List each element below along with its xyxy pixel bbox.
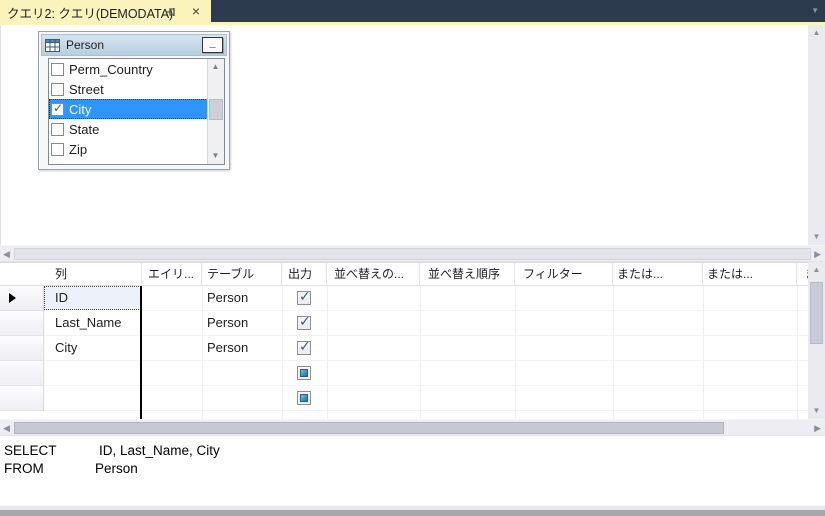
column-checkbox[interactable] bbox=[51, 63, 64, 76]
grid-header-or1[interactable]: または... bbox=[613, 263, 703, 286]
column-label: Perm_Country bbox=[69, 62, 153, 77]
table-column-item[interactable]: City bbox=[49, 99, 208, 119]
scrollbar-thumb[interactable] bbox=[810, 282, 823, 344]
grid-header-table[interactable]: テーブル bbox=[202, 263, 282, 286]
diagram-horizontal-scrollbar[interactable]: ◀ ▶ bbox=[0, 245, 825, 262]
scroll-up-icon[interactable]: ▲ bbox=[808, 264, 825, 276]
column-divider-line[interactable] bbox=[140, 286, 142, 419]
scroll-left-icon[interactable]: ◀ bbox=[3, 424, 10, 433]
window-bottom-bar bbox=[0, 510, 825, 516]
minimize-button[interactable]: _ bbox=[202, 37, 223, 53]
output-checkbox[interactable] bbox=[297, 291, 311, 305]
cell-column[interactable]: Last_Name bbox=[55, 315, 121, 330]
sql-pane[interactable]: SELECT ID, Last_Name, City FROM Person bbox=[0, 436, 825, 505]
cell-column[interactable]: City bbox=[55, 340, 77, 355]
tab-strip: クエリ2: クエリ(DEMODATA) × ▼ bbox=[0, 0, 825, 22]
column-checkbox[interactable] bbox=[51, 143, 64, 156]
scroll-left-icon[interactable]: ◀ bbox=[3, 250, 10, 259]
column-checkbox[interactable] bbox=[51, 103, 64, 116]
grid-header-output[interactable]: 出力 bbox=[282, 263, 327, 286]
tab-title: クエリ2: クエリ(DEMODATA) bbox=[7, 3, 173, 22]
grid-body: ID Person Last_Name Person City Person bbox=[0, 286, 812, 419]
cell-table[interactable]: Person bbox=[207, 290, 248, 305]
row-header[interactable] bbox=[0, 336, 44, 361]
grid-row: City Person bbox=[44, 336, 812, 361]
table-column-item[interactable]: Perm_Country bbox=[49, 59, 208, 79]
tab-query2[interactable]: クエリ2: クエリ(DEMODATA) × bbox=[0, 0, 211, 22]
table-column-item[interactable]: State bbox=[49, 119, 208, 139]
grid-header-row: 列 エイリ... テーブル 出力 並べ替えの... 並べ替え順序 フィルター ま… bbox=[0, 262, 812, 286]
table-window-title: Person bbox=[66, 38, 202, 52]
row-header[interactable] bbox=[0, 286, 44, 311]
output-checkbox[interactable] bbox=[297, 366, 311, 380]
output-checkbox[interactable] bbox=[297, 341, 311, 355]
grid-row bbox=[44, 386, 812, 411]
row-header[interactable] bbox=[0, 386, 44, 411]
sql-keyword: FROM bbox=[4, 461, 44, 476]
grid-header-alias[interactable]: エイリ... bbox=[142, 263, 202, 286]
column-label: Street bbox=[69, 82, 104, 97]
grid-header-sort-type[interactable]: 並べ替えの... bbox=[327, 263, 420, 286]
scroll-down-icon[interactable]: ▼ bbox=[808, 405, 825, 417]
scroll-down-icon[interactable]: ▼ bbox=[808, 231, 825, 243]
current-row-icon bbox=[9, 293, 16, 303]
grid-row bbox=[44, 361, 812, 386]
column-checkbox[interactable] bbox=[51, 83, 64, 96]
cell-table[interactable]: Person bbox=[207, 340, 248, 355]
grid-row: ID Person bbox=[44, 286, 812, 311]
row-header[interactable] bbox=[0, 361, 44, 386]
output-checkbox[interactable] bbox=[297, 316, 311, 330]
cell-table[interactable]: Person bbox=[207, 315, 248, 330]
cell-column[interactable]: ID bbox=[55, 290, 68, 305]
grid-vertical-scrollbar[interactable]: ▲ ▼ bbox=[808, 262, 825, 419]
sql-text: ID, Last_Name, City bbox=[99, 443, 220, 458]
column-label: State bbox=[69, 122, 99, 137]
column-label: City bbox=[69, 102, 91, 117]
tab-list-dropdown-icon[interactable]: ▼ bbox=[811, 7, 819, 15]
scrollbar-thumb[interactable] bbox=[209, 99, 223, 120]
grid-header-filter[interactable]: フィルター bbox=[515, 263, 613, 286]
table-icon bbox=[45, 39, 60, 52]
grid-row-header-column bbox=[0, 286, 44, 419]
grid-header-column[interactable]: 列 bbox=[44, 263, 142, 286]
sql-text: Person bbox=[95, 461, 138, 476]
output-checkbox[interactable] bbox=[297, 391, 311, 405]
grid-row: Last_Name Person bbox=[44, 311, 812, 336]
column-label: Zip bbox=[69, 142, 87, 157]
scroll-up-icon[interactable]: ▲ bbox=[808, 27, 825, 39]
query-designer-window: クエリ2: クエリ(DEMODATA) × ▼ bbox=[0, 0, 825, 516]
table-window-titlebar[interactable]: Person _ bbox=[41, 34, 227, 56]
scroll-up-icon[interactable]: ▲ bbox=[208, 60, 223, 74]
table-column-item[interactable]: Street bbox=[49, 79, 208, 99]
sql-keyword: SELECT bbox=[4, 443, 57, 458]
diagram-vertical-scrollbar[interactable]: ▲ ▼ bbox=[808, 25, 825, 245]
table-window-person[interactable]: Person _ Perm_Country Street City State bbox=[38, 31, 230, 170]
column-list-scrollbar[interactable]: ▲ ▼ bbox=[207, 59, 224, 164]
row-header[interactable] bbox=[0, 311, 44, 336]
scrollbar-thumb[interactable] bbox=[14, 422, 724, 434]
grid-header-or2[interactable]: または... bbox=[703, 263, 797, 286]
pin-icon[interactable] bbox=[165, 5, 177, 17]
table-column-list: Perm_Country Street City State Zip ▲ bbox=[48, 58, 225, 165]
grid-header-sort-order[interactable]: 並べ替え順序 bbox=[420, 263, 515, 286]
scroll-down-icon[interactable]: ▼ bbox=[208, 149, 223, 163]
scroll-right-icon[interactable]: ▶ bbox=[814, 250, 821, 259]
scrollbar-thumb[interactable] bbox=[14, 248, 811, 260]
grid-horizontal-scrollbar[interactable]: ◀ ▶ bbox=[0, 419, 825, 436]
scroll-right-icon[interactable]: ▶ bbox=[814, 424, 821, 433]
column-checkbox[interactable] bbox=[51, 123, 64, 136]
close-icon[interactable]: × bbox=[192, 2, 200, 20]
table-column-item[interactable]: Zip bbox=[49, 139, 208, 159]
